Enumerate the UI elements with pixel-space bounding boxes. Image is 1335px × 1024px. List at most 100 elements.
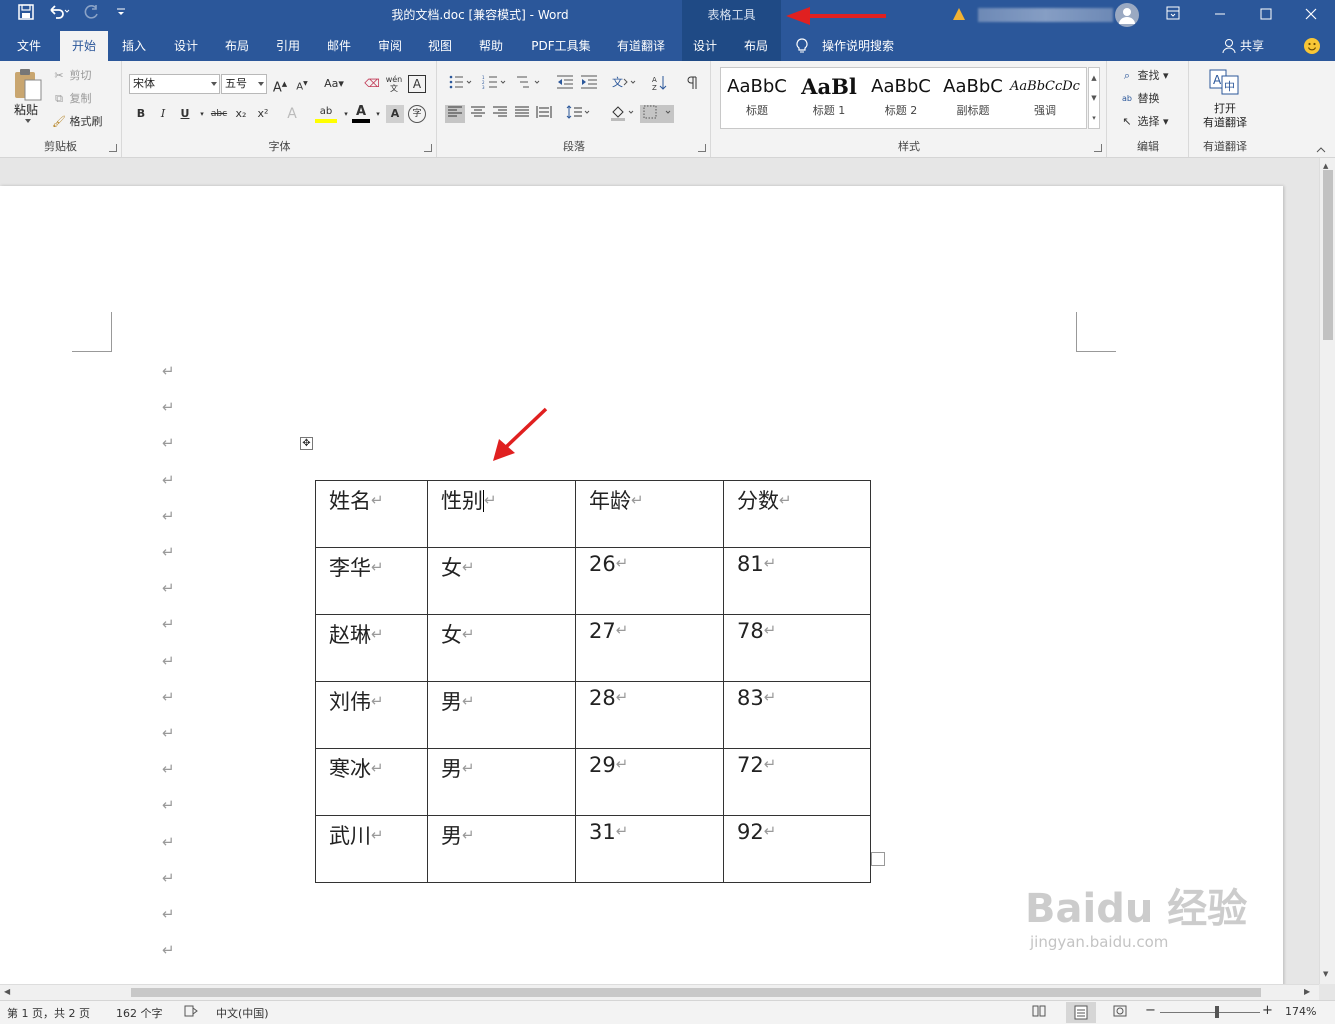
shrink-font-button[interactable]: A▼ [293,75,311,93]
table-cell[interactable]: 寒冰↵ [315,748,428,816]
table-cell[interactable]: 刘伟↵ [315,681,428,749]
copy-button[interactable]: ⧉ 复制 [52,90,91,108]
save-icon[interactable] [18,4,34,26]
styles-dialog-launcher-icon[interactable] [1094,144,1102,152]
show-hide-marks-icon[interactable] [682,75,702,93]
font-dialog-launcher-icon[interactable] [424,144,432,152]
style-subtitle[interactable]: AaBbC 副标题 [937,70,1009,128]
table-cell[interactable]: 31↵ [575,815,724,883]
tab-youdao[interactable]: 有道翻译 [608,31,674,61]
avatar[interactable] [1115,3,1139,27]
table-cell[interactable]: 性别↵ [427,480,576,548]
data-table[interactable]: 姓名↵ 性别↵ 年龄↵ 分数↵ 李华↵ 女↵ 26↵ 81↵ 赵琳↵ 女↵ 27↵ 78↵ 刘伟↵ 男↵ 2… [315,480,871,883]
tab-layout[interactable]: 布局 [217,31,257,61]
redo-icon[interactable] [84,4,100,26]
bold-button[interactable]: B [132,105,150,123]
ribbon-display-options-icon[interactable] [1166,4,1180,26]
tell-me-search[interactable]: 操作说明搜索 [822,31,894,61]
chevron-down-icon[interactable] [258,82,264,86]
vertical-scroll-thumb[interactable] [1323,170,1333,340]
table-cell[interactable]: 赵琳↵ [315,614,428,682]
select-button[interactable]: ↖ 选择 ▾ [1120,113,1168,131]
tab-review[interactable]: 审阅 [370,31,410,61]
proofing-icon[interactable] [184,1005,198,1021]
grow-font-button[interactable]: A▲ [271,75,289,95]
clipboard-dialog-launcher-icon[interactable] [109,144,117,152]
zoom-level[interactable]: 174% [1285,1005,1316,1018]
customize-quick-access-icon[interactable] [116,4,126,26]
character-border-button[interactable]: A [408,75,426,93]
phonetic-guide-button[interactable]: wén 文 [385,75,403,93]
increase-indent-icon[interactable] [578,75,600,93]
table-move-handle-icon[interactable]: ✥ [300,437,313,450]
paste-button[interactable]: 粘贴 [14,101,38,118]
zoom-slider-thumb[interactable] [1215,1006,1219,1018]
find-button[interactable]: ⌕ 查找 ▾ [1120,67,1169,85]
tab-references[interactable]: 引用 [268,31,308,61]
font-size-combo[interactable]: 五号 [221,74,267,94]
replace-button[interactable]: ab 替换 [1120,90,1160,108]
scroll-right-icon[interactable]: ▶ [1304,987,1310,996]
share-button[interactable]: 共享 [1240,31,1264,61]
tab-view[interactable]: 视图 [420,31,460,61]
table-cell[interactable]: 83↵ [723,681,871,749]
bullets-icon[interactable] [446,75,474,93]
table-cell[interactable]: 78↵ [723,614,871,682]
tab-help[interactable]: 帮助 [471,31,511,61]
paragraph-dialog-launcher-icon[interactable] [698,144,706,152]
horizontal-scrollbar[interactable]: ◀ ▶ [0,984,1319,1000]
tab-file[interactable]: 文件 [8,31,50,61]
scroll-up-icon[interactable]: ▲ [1323,162,1328,170]
document-page[interactable]: ↵ ↵ ↵ ↵ ↵ ↵ ↵ ↵ ↵ ↵ ↵ ↵ ↵ ↵ ↵ ↵ ↵ ✥ 姓名↵ 性别↵ 年龄↵ 分数↵ 李华↵ 女↵ 26↵… [0,186,1283,984]
zoom-in-button[interactable]: + [1262,1003,1273,1018]
horizontal-scroll-thumb[interactable] [131,988,1261,997]
tab-home[interactable]: 开始 [60,31,108,61]
word-count[interactable]: 162 个字 [116,1005,163,1021]
table-cell[interactable]: 28↵ [575,681,724,749]
justify-icon[interactable] [512,105,532,123]
style-heading-1[interactable]: AaBl 标题 1 [793,70,865,128]
highlight-button[interactable]: ab [315,105,337,123]
table-cell[interactable]: 92↵ [723,815,871,883]
web-layout-icon[interactable] [1113,1005,1127,1021]
read-mode-icon[interactable] [1032,1005,1046,1020]
font-name-combo[interactable]: 宋体 [129,74,220,94]
table-cell[interactable]: 29↵ [575,748,724,816]
tab-design[interactable]: 设计 [166,31,206,61]
table-cell[interactable]: 81↵ [723,547,871,615]
cut-button[interactable]: ✂ 剪切 [52,67,91,85]
line-spacing-icon[interactable] [564,105,592,123]
vertical-scrollbar[interactable]: ▲ ▼ [1319,158,1335,984]
align-left-icon[interactable] [445,105,465,123]
tab-mailings[interactable]: 邮件 [319,31,359,61]
zoom-out-button[interactable]: − [1145,1003,1156,1018]
format-painter-button[interactable]: 🖌 格式刷 [52,113,102,131]
table-cell[interactable]: 男↵ [427,681,576,749]
subscript-button[interactable]: x₂ [232,105,250,123]
sort-icon[interactable]: AZ [650,75,670,93]
italic-button[interactable]: I [154,105,172,123]
tab-insert[interactable]: 插入 [114,31,154,61]
translate-icon[interactable]: A中 [1209,69,1239,95]
page-count[interactable]: 第 1 页，共 2 页 [7,1005,90,1021]
table-cell[interactable]: 李华↵ [315,547,428,615]
table-cell[interactable]: 年龄↵ [575,480,724,548]
distributed-icon[interactable] [534,105,554,123]
table-cell[interactable]: 27↵ [575,614,724,682]
underline-button[interactable]: U [176,105,194,123]
styles-gallery-scroll[interactable]: ▲ ▼ ▾ [1088,67,1100,129]
strikethrough-button[interactable]: abc [208,105,230,123]
decrease-indent-icon[interactable] [554,75,576,93]
table-cell[interactable]: 女↵ [427,547,576,615]
font-color-dropdown-icon[interactable]: ▾ [369,105,387,123]
table-cell[interactable]: 武川↵ [315,815,428,883]
table-cell[interactable]: 男↵ [427,748,576,816]
table-cell[interactable]: 女↵ [427,614,576,682]
enclose-characters-button[interactable]: 字 [408,105,426,123]
align-center-icon[interactable] [468,105,488,123]
document-area[interactable]: ↵ ↵ ↵ ↵ ↵ ↵ ↵ ↵ ↵ ↵ ↵ ↵ ↵ ↵ ↵ ↵ ↵ ✥ 姓名↵ 性别↵ 年龄↵ 分数↵ 李华↵ 女↵ 26↵… [0,158,1319,984]
font-color-button[interactable]: A [352,105,370,123]
table-cell[interactable]: 分数↵ [723,480,871,548]
smiley-feedback-icon[interactable] [1304,38,1320,54]
numbering-icon[interactable]: 123 [480,75,508,93]
